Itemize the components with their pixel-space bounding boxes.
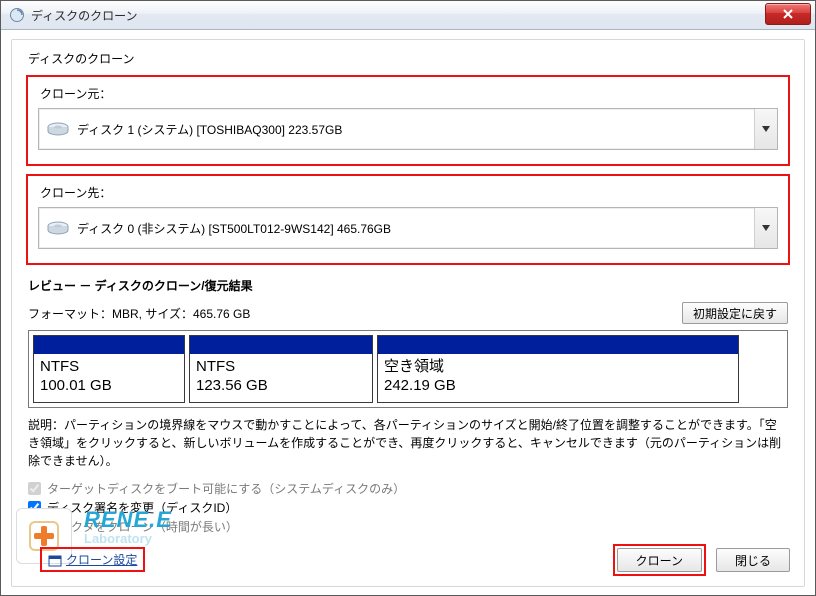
clone-button[interactable]: クローン — [617, 548, 702, 572]
partition[interactable]: 空き領域242.19 GB — [377, 335, 739, 403]
titlebar: ディスクのクローン — [1, 1, 815, 30]
page-subtitle: ディスクのクローン — [28, 50, 790, 67]
partition-size: 100.01 GB — [40, 377, 178, 396]
partition-title: NTFS — [196, 358, 366, 377]
partition-title: NTFS — [40, 358, 178, 377]
close-window-button[interactable] — [765, 3, 811, 25]
brand-sub: Laboratory — [84, 531, 172, 546]
partition-bar — [34, 336, 184, 354]
partition-title: 空き領域 — [384, 358, 732, 377]
reset-defaults-button[interactable]: 初期設定に戻す — [682, 302, 788, 324]
window-title: ディスクのクローン — [31, 7, 138, 24]
option-bootable: ターゲットディスクをブート可能にする（システムディスクのみ） — [28, 480, 790, 497]
partition-size: 242.19 GB — [384, 377, 732, 396]
option-bootable-checkbox — [28, 482, 41, 495]
brand-name: RENE.E — [84, 507, 172, 533]
target-group: クローン先： ディスク 0 (非システム) [ST500LT012-9WS142… — [26, 174, 790, 265]
close-button[interactable]: 閉じる — [716, 548, 790, 572]
source-selected-text: ディスク 1 (システム) [TOSHIBAQ300] 223.57GB — [77, 121, 342, 138]
partition-bar — [190, 336, 372, 354]
clone-button-highlight: クローン — [613, 544, 706, 576]
partition-layout[interactable]: NTFS100.01 GBNTFS123.56 GB空き領域242.19 GB — [28, 330, 788, 408]
brand-text: RENE.E Laboratory — [84, 507, 172, 546]
footer-buttons: クローン 閉じる — [613, 544, 790, 576]
source-group: クローン元： ディスク 1 (システム) [TOSHIBAQ300] 223.5… — [26, 75, 790, 166]
layout-description: 説明：パーティションの境界線をマウスで動かすことによって、各パーティションのサイ… — [28, 416, 788, 470]
app-icon — [9, 7, 25, 23]
review-heading: レビュー － ディスクのクローン/復元結果 — [28, 277, 790, 294]
option-bootable-label: ターゲットディスクをブート可能にする（システムディスクのみ） — [47, 480, 405, 497]
chevron-down-icon — [754, 109, 777, 149]
source-label: クローン元： — [40, 85, 778, 102]
target-selected-text: ディスク 0 (非システム) [ST500LT012-9WS142] 465.7… — [77, 220, 391, 237]
window: ディスクのクローン ディスクのクローン クローン元： ディスク 1 (システム)… — [0, 0, 816, 596]
partition-size: 123.56 GB — [196, 377, 366, 396]
clone-settings-link-box: クローン設定 — [40, 547, 145, 572]
source-disk-dropdown[interactable]: ディスク 1 (システム) [TOSHIBAQ300] 223.57GB — [38, 108, 778, 150]
settings-icon — [48, 555, 62, 567]
format-row: フォーマット：MBR, サイズ：465.76 GB 初期設定に戻す — [28, 302, 788, 324]
target-label: クローン先： — [40, 184, 778, 201]
partition-bar — [378, 336, 738, 354]
partition[interactable]: NTFS100.01 GB — [33, 335, 185, 403]
content-panel: ディスクのクローン クローン元： ディスク 1 (システム) [TOSHIBAQ… — [11, 39, 805, 587]
hdd-icon — [47, 221, 69, 235]
partition[interactable]: NTFS123.56 GB — [189, 335, 373, 403]
chevron-down-icon — [754, 208, 777, 248]
target-disk-dropdown[interactable]: ディスク 0 (非システム) [ST500LT012-9WS142] 465.7… — [38, 207, 778, 249]
hdd-icon — [47, 122, 69, 136]
client-area: ディスクのクローン クローン元： ディスク 1 (システム) [TOSHIBAQ… — [11, 39, 805, 587]
format-text: フォーマット：MBR, サイズ：465.76 GB — [28, 305, 250, 322]
clone-settings-link[interactable]: クローン設定 — [66, 553, 137, 567]
